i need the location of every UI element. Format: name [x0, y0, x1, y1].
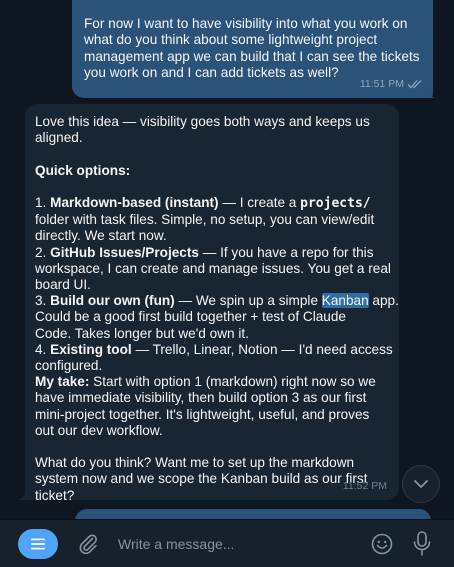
message-meta: 11:51 PM: [360, 76, 423, 92]
option-line: 2. GitHub Issues/Projects — If you have …: [35, 245, 389, 261]
message-time: 11:51 PM: [359, 77, 404, 90]
message-line: aligned.: [35, 130, 83, 146]
message-line: Quick options:: [35, 163, 389, 179]
take-label: My take:: [35, 374, 90, 390]
option-text: — Trello, Linear, Notion — I'd need acce…: [131, 341, 393, 357]
highlighted-text[interactable]: Kanban: [321, 293, 369, 309]
option-number: 3.: [35, 293, 51, 309]
message-meta: 11:52 PM: [343, 478, 387, 494]
option-line: 4. Existing tool — Trello, Linear, Notio…: [35, 341, 393, 358]
option-line: 1. Markdown-based (instant) — I create a…: [35, 195, 389, 212]
message-line: board UI.: [35, 277, 91, 292]
message-line: Love this idea — visibility goes both wa…: [35, 114, 370, 129]
menu-icon: [31, 538, 45, 550]
message-line: What do you think? Want me to set up the…: [35, 455, 355, 471]
message-line: mini-project together. It's lightweight,…: [35, 406, 370, 422]
message-line: management app we can build that I can s…: [84, 48, 420, 64]
message-time: 11:52 PM: [342, 479, 387, 492]
option-number: 1.: [35, 194, 51, 210]
bubble-tail: [425, 88, 435, 98]
outgoing-message-partial[interactable]: [75, 509, 431, 519]
double-check-icon: [407, 79, 422, 89]
option-title: Build our own (fun): [50, 293, 175, 309]
option-number: 4.: [35, 341, 51, 357]
option-line: 3. Build our own (fun) — We spin up a si…: [35, 293, 399, 309]
chevron-down-icon: [414, 480, 428, 488]
menu-button[interactable]: [18, 529, 58, 559]
option-title: Markdown-based (instant): [50, 194, 219, 210]
bubble-tail: [17, 490, 27, 500]
message-line: have immediate visibility, then build op…: [35, 390, 367, 406]
message-line: system now and we scope the Kanban build…: [35, 471, 368, 487]
option-title: GitHub Issues/Projects: [50, 244, 199, 260]
message-line: Code. Takes longer but we'd own it.: [35, 325, 249, 341]
message-line: ticket?: [35, 487, 75, 503]
message-line: directly. We start now.: [35, 228, 167, 244]
take-text: Start with option 1 (markdown) right now…: [89, 374, 376, 390]
message-composer: [0, 519, 454, 567]
inline-code: projects/: [300, 195, 371, 211]
message-input[interactable]: [112, 532, 364, 556]
section-heading: Quick options:: [35, 162, 131, 178]
message-line: folder with task files. Simple, no setup…: [35, 212, 375, 228]
option-text: — If you have a repo for this: [198, 244, 374, 260]
option-text: — We spin up a simple: [174, 293, 322, 309]
message-line: configured.: [35, 358, 103, 374]
message-line: For now I want to have visibility into w…: [84, 16, 408, 32]
option-number: 2.: [35, 244, 51, 260]
message-line: [84, 0, 421, 16]
message-line: out our dev workflow.: [35, 422, 163, 438]
message-line: workspace, I can create and manage issue…: [35, 260, 391, 276]
message-line: Could be a good first build together + t…: [35, 309, 346, 325]
message-line: what do you think about some lightweight…: [84, 32, 378, 48]
emoji-icon[interactable]: [370, 532, 394, 556]
outgoing-message[interactable]: For now I want to have visibility into w…: [72, 0, 433, 98]
paperclip-icon[interactable]: [76, 532, 100, 556]
scroll-to-bottom-button[interactable]: [402, 465, 440, 503]
incoming-message[interactable]: Love this idea — visibility goes both wa…: [25, 104, 399, 503]
option-text: — I create a: [218, 194, 301, 210]
option-text: app.: [368, 293, 399, 309]
microphone-icon[interactable]: [412, 530, 432, 558]
option-title: Existing tool: [50, 341, 132, 357]
take-line: My take: Start with option 1 (markdown) …: [35, 374, 389, 390]
chat-area: For now I want to have visibility into w…: [0, 0, 454, 519]
